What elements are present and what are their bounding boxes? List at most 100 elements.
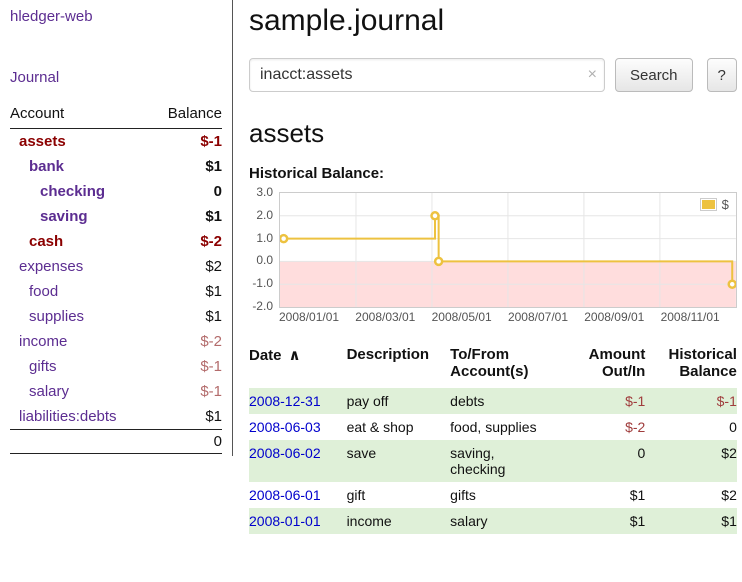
chart-point (729, 281, 736, 288)
account-row: gifts $-1 (10, 354, 222, 379)
account-row: salary$-1 (10, 379, 222, 404)
register-amount: $-2 (563, 414, 645, 440)
account-balance: $-2 (151, 329, 223, 354)
search-input[interactable] (249, 58, 605, 92)
register-balance: $2 (645, 440, 737, 482)
chart-point (280, 235, 287, 242)
register-balance: $2 (645, 482, 737, 508)
accounts-table-body: assets$-1bank$1checking0saving$1cash$-2e… (10, 129, 222, 430)
chart-plot-area: $ (279, 192, 737, 308)
register-date-link[interactable]: 2008-06-01 (249, 487, 321, 503)
account-link[interactable]: bank (29, 158, 64, 175)
register-description: pay off (347, 388, 451, 414)
register-account: salary (450, 508, 563, 534)
register-date-link[interactable]: 2008-06-02 (249, 445, 321, 461)
account-row: assets $-1 (10, 129, 222, 155)
hledger-web-app: hledger-web Journal Account Balance asse… (0, 0, 742, 582)
account-balance: $-1 (151, 129, 223, 155)
account-link[interactable]: supplies (29, 308, 84, 325)
account-link[interactable]: food (29, 283, 58, 300)
accounts-header-row: Account Balance (10, 102, 222, 129)
y-axis-tick-label: 3.0 (256, 185, 273, 199)
search-form: × Search ? (249, 58, 737, 92)
account-link[interactable]: expenses (19, 258, 83, 275)
x-axis-tick-label: 2008/05/01 (432, 310, 492, 324)
register-date-link[interactable]: 2008-06-03 (249, 419, 321, 435)
clear-search-icon[interactable]: × (588, 66, 597, 84)
account-link[interactable]: liabilities:debts (19, 408, 117, 425)
account-balance: $-1 (151, 354, 223, 379)
accounts-total-row: 0 (10, 430, 222, 454)
register-col-amount: Amount Out/In (563, 344, 645, 388)
y-axis-tick-label: 0.0 (256, 253, 273, 267)
account-row: saving$1 (10, 204, 222, 229)
y-axis-tick-label: -2.0 (252, 299, 273, 313)
chart-y-labels: 3.02.01.00.0-1.0-2.0 (249, 192, 279, 306)
search-button[interactable]: Search (615, 58, 693, 92)
account-balance: $1 (151, 279, 223, 304)
register-amount: 0 (563, 440, 645, 482)
register-row: 2008-12-31pay offdebts$-1$-1 (249, 388, 737, 414)
sort-ascending-icon: ∧ (289, 347, 301, 364)
accounts-total-spacer (10, 430, 151, 454)
register-row: 2008-06-02 savesaving, checking0$2 (249, 440, 737, 482)
account-link[interactable]: assets (19, 133, 66, 150)
main-content: sample.journal × Search ? assets Histori… (233, 0, 742, 534)
accounts-table: Account Balance assets$-1bank$1checking0… (10, 102, 222, 454)
account-row: food $1 (10, 279, 222, 304)
y-axis-tick-label: 1.0 (256, 231, 273, 245)
register-description: gift (347, 482, 451, 508)
register-amount: $1 (563, 482, 645, 508)
sidebar: hledger-web Journal Account Balance asse… (0, 0, 233, 456)
chart-legend: $ (697, 196, 732, 213)
register-amount: $-1 (563, 388, 645, 414)
register-date-cell: 2008-01-01 (249, 508, 347, 534)
account-row: expenses $2 (10, 254, 222, 279)
y-axis-tick-label: -1.0 (252, 276, 273, 290)
x-axis-tick-label: 2008/09/01 (584, 310, 644, 324)
account-row: checking0 (10, 179, 222, 204)
register-col-date[interactable]: Date ∧ (249, 344, 347, 388)
account-row: bank$1 (10, 154, 222, 179)
account-balance: $2 (151, 254, 223, 279)
chart-plot-wrap: $ 2008/01/012008/03/012008/05/012008/07/… (279, 192, 737, 326)
balance-chart: 3.02.01.00.0-1.0-2.0 $ 2008/01/012008/03… (249, 192, 737, 326)
account-link[interactable]: saving (40, 208, 88, 225)
account-link[interactable]: gifts (29, 358, 57, 375)
register-date-link[interactable]: 2008-12-31 (249, 393, 321, 409)
register-col-description: Description (347, 344, 451, 388)
register-description: save (347, 440, 451, 482)
register-account: debts (450, 388, 563, 414)
register-col-date-label: Date (249, 347, 282, 364)
register-date-link[interactable]: 2008-01-01 (249, 513, 321, 529)
register-description: eat & shop (347, 414, 451, 440)
register-amount: $1 (563, 508, 645, 534)
register-date-cell: 2008-12-31 (249, 388, 347, 414)
balance-chart-svg (280, 193, 736, 307)
register-col-account: To/From Account(s) (450, 344, 563, 388)
register-date-cell: 2008-06-03 (249, 414, 347, 440)
sidebar-journal-link[interactable]: Journal (10, 69, 222, 86)
account-link[interactable]: salary (29, 383, 69, 400)
x-axis-tick-label: 2008/07/01 (508, 310, 568, 324)
account-link[interactable]: cash (29, 233, 63, 250)
accounts-total-value: 0 (151, 430, 223, 454)
register-date-cell: 2008-06-02 (249, 440, 347, 482)
register-account: food, supplies (450, 414, 563, 440)
help-button[interactable]: ? (707, 58, 737, 92)
register-account: saving, checking (450, 440, 563, 482)
register-balance: $-1 (645, 388, 737, 414)
account-link[interactable]: income (19, 333, 67, 350)
register-col-balance: Historical Balance (645, 344, 737, 388)
register-header-row: Date ∧ Description To/From Account(s) Amo… (249, 344, 737, 388)
x-axis-tick-label: 2008/11/01 (661, 310, 720, 324)
x-axis-tick-label: 2008/01/01 (279, 310, 339, 324)
account-heading: assets (249, 118, 737, 149)
chart-point (431, 212, 438, 219)
chart-point (435, 258, 442, 265)
app-title-link[interactable]: hledger-web (10, 8, 222, 25)
register-description: income (347, 508, 451, 534)
account-link[interactable]: checking (40, 183, 105, 200)
register-row: 2008-01-01incomesalary$1$1 (249, 508, 737, 534)
register-table-body: 2008-12-31pay offdebts$-1$-12008-06-03ea… (249, 388, 737, 534)
